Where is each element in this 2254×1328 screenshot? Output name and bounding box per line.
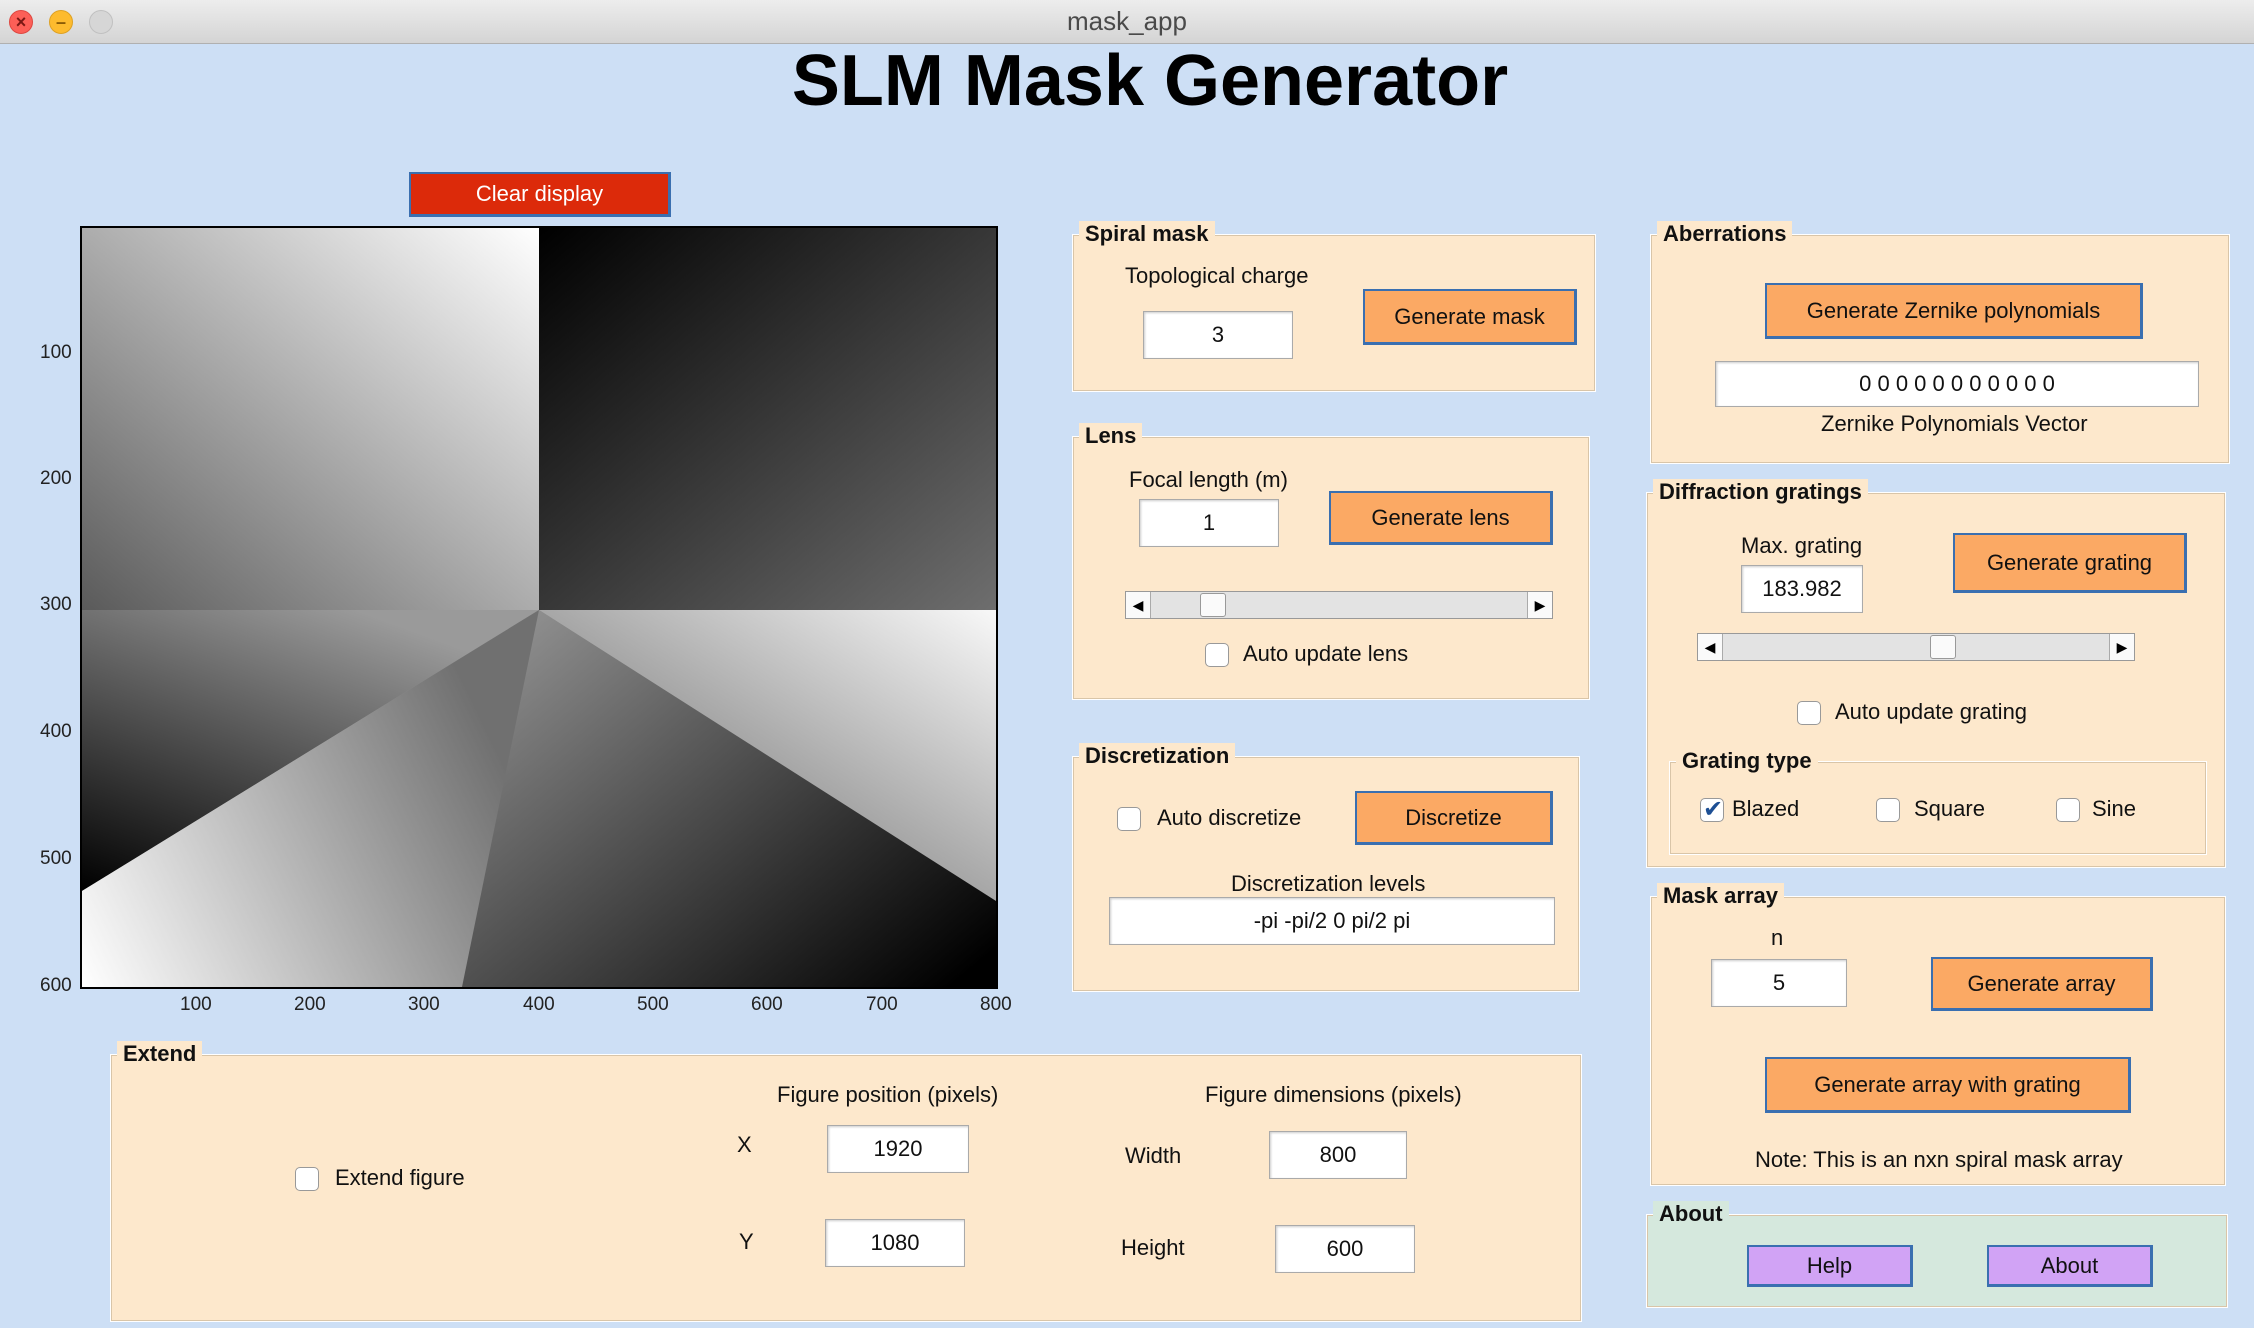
- square-label: Square: [1914, 796, 1985, 821]
- generate-grating-button[interactable]: Generate grating: [1953, 533, 2187, 593]
- app-title: SLM Mask Generator: [791, 41, 1509, 121]
- zernike-vector-input[interactable]: 0 0 0 0 0 0 0 0 0 0 0: [1715, 361, 2199, 407]
- figure-dimensions-label: Figure dimensions (pixels): [1205, 1082, 1462, 1107]
- x-tick-label: 700: [866, 994, 898, 1015]
- x-tick-label: 400: [523, 994, 555, 1015]
- width-label: Width: [1125, 1143, 1182, 1168]
- auto-discretize-checkbox[interactable]: [1117, 807, 1141, 831]
- extend-figure-label: Extend figure: [335, 1165, 465, 1190]
- lens-slider[interactable]: ◀ ▶: [1125, 591, 1553, 619]
- slider-left-arrow-icon[interactable]: ◀: [1126, 592, 1151, 618]
- generate-zernike-button[interactable]: Generate Zernike polynomials: [1765, 283, 2143, 339]
- diffraction-gratings-title: Diffraction gratings: [1653, 479, 1868, 505]
- auto-update-lens-label: Auto update lens: [1243, 641, 1409, 666]
- slider-right-arrow-icon[interactable]: ▶: [1527, 592, 1552, 618]
- y-tick-label: 200: [40, 468, 72, 489]
- topological-charge-label: Topological charge: [1125, 263, 1309, 288]
- grating-slider-thumb[interactable]: [1930, 635, 1956, 659]
- y-tick-label: 600: [40, 975, 72, 996]
- grating-slider[interactable]: ◀ ▶: [1697, 633, 2135, 661]
- auto-update-grating-checkbox[interactable]: [1797, 701, 1821, 725]
- discretization-levels-label: Discretization levels: [1231, 871, 1426, 896]
- discretize-button[interactable]: Discretize: [1355, 791, 1553, 845]
- y-tick-label: 300: [40, 594, 72, 615]
- square-checkbox[interactable]: [1876, 798, 1900, 822]
- lens-panel: Lens Focal length (m) 1 Generate lens ◀ …: [1072, 423, 1590, 700]
- x-tick-label: 600: [751, 994, 783, 1015]
- array-n-label: n: [1771, 925, 1784, 950]
- y-tick-label: 100: [40, 342, 72, 363]
- position-x-label: X: [737, 1132, 752, 1157]
- about-button[interactable]: About: [1987, 1245, 2153, 1287]
- height-input[interactable]: 600: [1275, 1225, 1415, 1273]
- x-tick-label: 800: [980, 994, 1012, 1015]
- blazed-checkbox[interactable]: [1700, 795, 1724, 824]
- extend-panel: Extend Extend figure Figure position (pi…: [110, 1041, 1582, 1322]
- x-tick-label: 100: [180, 994, 212, 1015]
- sine-checkbox[interactable]: [2056, 798, 2080, 822]
- aberrations-title: Aberrations: [1657, 221, 1793, 247]
- slider-right-arrow-icon[interactable]: ▶: [2109, 634, 2134, 660]
- height-label: Height: [1121, 1235, 1185, 1260]
- extend-figure-checkbox[interactable]: [295, 1167, 319, 1191]
- sine-label: Sine: [2092, 796, 2137, 821]
- help-button[interactable]: Help: [1747, 1245, 1913, 1287]
- clear-display-button[interactable]: Clear display: [409, 172, 671, 217]
- x-tick-label: 500: [637, 994, 669, 1015]
- y-tick-label: 400: [40, 721, 72, 742]
- auto-discretize-label: Auto discretize: [1157, 805, 1302, 830]
- focal-length-input[interactable]: 1: [1139, 499, 1279, 547]
- mask-array-note: Note: This is an nxn spiral mask array: [1755, 1147, 2123, 1172]
- slider-left-arrow-icon[interactable]: ◀: [1698, 634, 1723, 660]
- auto-update-lens-checkbox[interactable]: [1205, 643, 1229, 667]
- about-panel: About Help About: [1646, 1201, 2228, 1308]
- y-tick-label: 500: [40, 848, 72, 869]
- generate-mask-button[interactable]: Generate mask: [1363, 289, 1577, 345]
- about-title: About: [1653, 1201, 1729, 1227]
- window-titlebar: × – mask_app: [0, 0, 2254, 44]
- spiral-mask-panel: Spiral mask Topological charge 3 Generat…: [1072, 221, 1596, 392]
- x-tick-label: 300: [408, 994, 440, 1015]
- discretization-levels-input[interactable]: -pi -pi/2 0 pi/2 pi: [1109, 897, 1555, 945]
- mask-display-plot: [80, 226, 998, 989]
- grating-type-group: Grating type Blazed Square Sine: [1669, 748, 2207, 855]
- spiral-mask-title: Spiral mask: [1079, 221, 1215, 247]
- discretization-title: Discretization: [1079, 743, 1236, 769]
- position-y-input[interactable]: 1080: [825, 1219, 965, 1267]
- position-x-input[interactable]: 1920: [827, 1125, 969, 1173]
- array-n-input[interactable]: 5: [1711, 959, 1847, 1007]
- figure-position-label: Figure position (pixels): [777, 1082, 999, 1107]
- diffraction-gratings-panel: Diffraction gratings Max. grating 183.98…: [1646, 479, 2226, 868]
- generate-lens-button[interactable]: Generate lens: [1329, 491, 1553, 545]
- aberrations-panel: Aberrations Generate Zernike polynomials…: [1650, 221, 2230, 464]
- position-y-label: Y: [739, 1229, 754, 1254]
- blazed-label: Blazed: [1732, 796, 1800, 821]
- max-grating-label: Max. grating: [1741, 533, 1863, 558]
- lens-slider-thumb[interactable]: [1200, 593, 1226, 617]
- discretization-panel: Discretization Auto discretize Discretiz…: [1072, 743, 1580, 992]
- generate-array-button[interactable]: Generate array: [1931, 957, 2153, 1011]
- x-tick-label: 200: [294, 994, 326, 1015]
- lens-title: Lens: [1079, 423, 1143, 449]
- mask-array-panel: Mask array n 5 Generate array Generate a…: [1650, 883, 2226, 1186]
- width-input[interactable]: 800: [1269, 1131, 1407, 1179]
- focal-length-label: Focal length (m): [1129, 467, 1288, 492]
- extend-title: Extend: [117, 1041, 203, 1067]
- zernike-vector-label: Zernike Polynomials Vector: [1821, 411, 2088, 436]
- max-grating-input[interactable]: 183.982: [1741, 565, 1863, 613]
- generate-array-with-grating-button[interactable]: Generate array with grating: [1765, 1057, 2131, 1113]
- window-title: mask_app: [1067, 6, 1187, 36]
- grating-type-title: Grating type: [1676, 748, 1818, 774]
- spiral-mask-image: [82, 228, 996, 987]
- topological-charge-input[interactable]: 3: [1143, 311, 1293, 359]
- mask-array-title: Mask array: [1657, 883, 1784, 909]
- auto-update-grating-label: Auto update grating: [1835, 699, 2028, 724]
